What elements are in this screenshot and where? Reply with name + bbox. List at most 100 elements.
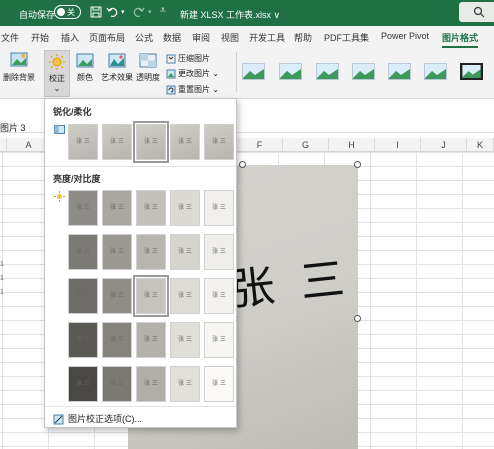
picture-style-2[interactable] (279, 63, 302, 80)
bc-thumb-r3-c5[interactable]: 张 三 (204, 278, 234, 314)
resize-handle-right[interactable] (354, 315, 361, 322)
bc-thumb-r1-c4[interactable]: 张 三 (170, 190, 200, 226)
select-all-corner[interactable] (0, 138, 7, 152)
remove-background-button[interactable]: 删除背景 (2, 50, 36, 83)
compress-label: 压缩图片 (178, 54, 210, 63)
reset-picture-icon (166, 85, 176, 95)
bc-thumb-r4-c2[interactable]: 张 三 (102, 322, 132, 358)
search-box[interactable] (459, 2, 494, 22)
column-header-j[interactable]: J (421, 138, 467, 152)
column-header-i[interactable]: I (375, 138, 421, 152)
tab-review[interactable]: 审阅 (192, 31, 210, 44)
bc-thumb-r4-c4[interactable]: 张 三 (170, 322, 200, 358)
transparency-icon (139, 53, 157, 68)
sharpen-thumb-5[interactable]: 张 三 (204, 124, 234, 160)
undo-dropdown-icon[interactable]: ▾ (121, 8, 125, 16)
change-picture-button[interactable]: 更改图片 ⌄ (166, 68, 219, 79)
bc-thumb-r5-c2[interactable]: 张 三 (102, 366, 132, 402)
tab-help[interactable]: 帮助 (294, 31, 312, 44)
bc-thumb-r5-c5[interactable]: 张 三 (204, 366, 234, 402)
bc-thumb-r2-c1[interactable]: 张 三 (68, 234, 98, 270)
sharpen-thumb-2[interactable]: 张 三 (102, 124, 132, 160)
tab-view[interactable]: 视图 (221, 31, 239, 44)
picture-style-4[interactable] (352, 63, 375, 80)
autosave-label: 自动保存 (19, 10, 56, 20)
resize-handle-top-right[interactable] (354, 161, 361, 168)
tab-power-pivot[interactable]: Power Pivot (381, 31, 429, 41)
tab-picture-format[interactable]: 图片格式 (442, 31, 479, 48)
column-header-k[interactable]: K (467, 138, 494, 152)
picture-signature-text: 张 三 (228, 252, 353, 317)
bc-thumb-r3-c4[interactable]: 张 三 (170, 278, 200, 314)
bc-thumb-r2-c3[interactable]: 张 三 (136, 234, 166, 270)
bc-thumb-r2-c4[interactable]: 张 三 (170, 234, 200, 270)
corrections-button[interactable]: 校正 ⌄ (44, 50, 70, 97)
row-header[interactable]: 1 (0, 261, 6, 268)
sharpen-soften-title: 锐化/柔化 (53, 107, 92, 117)
bc-thumb-r3-c1[interactable]: 张 三 (68, 278, 98, 314)
tab-developer[interactable]: 开发工具 (249, 31, 285, 44)
tab-data[interactable]: 数据 (163, 31, 181, 44)
compress-pictures-button[interactable]: 压缩图片 (166, 53, 210, 64)
tab-formulas[interactable]: 公式 (135, 31, 153, 44)
tab-insert[interactable]: 插入 (61, 31, 79, 44)
corrections-gallery: 锐化/柔化 张 三 张 三 张 三 张 三 张 三 亮度/对比度 张 三 张 三… (44, 98, 237, 428)
redo-icon[interactable] (133, 6, 145, 18)
picture-style-7[interactable] (460, 63, 483, 80)
bc-thumb-r3-c3-current[interactable]: 张 三 (133, 275, 169, 317)
picture-style-3[interactable] (316, 63, 339, 80)
bc-thumb-r4-c3[interactable]: 张 三 (136, 322, 166, 358)
tab-file[interactable]: 文件 (1, 31, 19, 44)
save-icon[interactable] (90, 6, 102, 18)
bc-thumb-r1-c1[interactable]: 张 三 (68, 190, 98, 226)
ribbon-tabs: 文件 开始 插入 页面布局 公式 数据 审阅 视图 开发工具 帮助 PDF工具集… (0, 26, 494, 48)
column-header-g[interactable]: G (283, 138, 329, 152)
bc-thumb-r1-c2[interactable]: 张 三 (102, 190, 132, 226)
artistic-effects-icon (108, 53, 126, 68)
picture-style-6[interactable] (424, 63, 447, 80)
column-header-h[interactable]: H (329, 138, 375, 152)
bc-thumb-r1-c3[interactable]: 张 三 (136, 190, 166, 226)
remove-background-label: 删除背景 (3, 73, 35, 82)
toggle-knob (57, 8, 65, 16)
column-header-f[interactable]: F (237, 138, 283, 152)
autosave-state: 关 (67, 8, 75, 17)
bc-thumb-r5-c4[interactable]: 张 三 (170, 366, 200, 402)
bc-thumb-r5-c1[interactable]: 张 三 (68, 366, 98, 402)
sharpen-thumb-4[interactable]: 张 三 (170, 124, 200, 160)
resize-handle-top[interactable] (239, 161, 246, 168)
tab-pdf-tools[interactable]: PDF工具集 (324, 31, 369, 44)
customize-qat-icon[interactable]: ⩡ (160, 5, 166, 16)
bc-thumb-r1-c5[interactable]: 张 三 (204, 190, 234, 226)
sharpen-thumb-1[interactable]: 张 三 (68, 124, 98, 160)
transparency-button[interactable]: 透明度 (136, 52, 160, 83)
bc-thumb-r2-c5[interactable]: 张 三 (204, 234, 234, 270)
picture-style-5[interactable] (388, 63, 411, 80)
bc-thumb-r5-c3[interactable]: 张 三 (136, 366, 166, 402)
sharpen-thumb-3[interactable]: 张 三 (133, 121, 169, 163)
picture-corrections-options-label: 图片校正选项(C)... (68, 414, 142, 424)
bc-thumb-r4-c1[interactable]: 张 三 (68, 322, 98, 358)
ribbon-divider (236, 52, 237, 92)
reset-picture-button[interactable]: 重置图片 ⌄ (166, 84, 219, 95)
reset-picture-label: 重置图片 (178, 85, 210, 94)
bc-thumb-r2-c2[interactable]: 张 三 (102, 234, 132, 270)
row-header[interactable]: 1 (0, 289, 6, 296)
transparency-label: 透明度 (136, 73, 160, 82)
undo-icon[interactable] (106, 6, 118, 18)
tab-page-layout[interactable]: 页面布局 (89, 31, 125, 44)
corrections-label: 校正 (49, 74, 65, 83)
artistic-effects-button[interactable]: 艺术效果 (99, 52, 135, 83)
color-button[interactable]: 颜色 (74, 52, 96, 83)
tab-home[interactable]: 开始 (31, 31, 49, 44)
sun-icon (49, 54, 65, 70)
name-box[interactable]: 图片 3 (0, 121, 26, 134)
autosave-toggle[interactable]: 关 (54, 5, 81, 19)
picture-style-1[interactable] (242, 63, 265, 80)
bc-thumb-r4-c5[interactable]: 张 三 (204, 322, 234, 358)
picture-corrections-options[interactable]: 图片校正选项(C)... (53, 412, 142, 425)
compress-icon (166, 54, 176, 64)
row-header[interactable]: 1 (0, 275, 6, 282)
bc-thumb-r3-c2[interactable]: 张 三 (102, 278, 132, 314)
redo-dropdown-icon[interactable]: ▾ (148, 8, 152, 16)
